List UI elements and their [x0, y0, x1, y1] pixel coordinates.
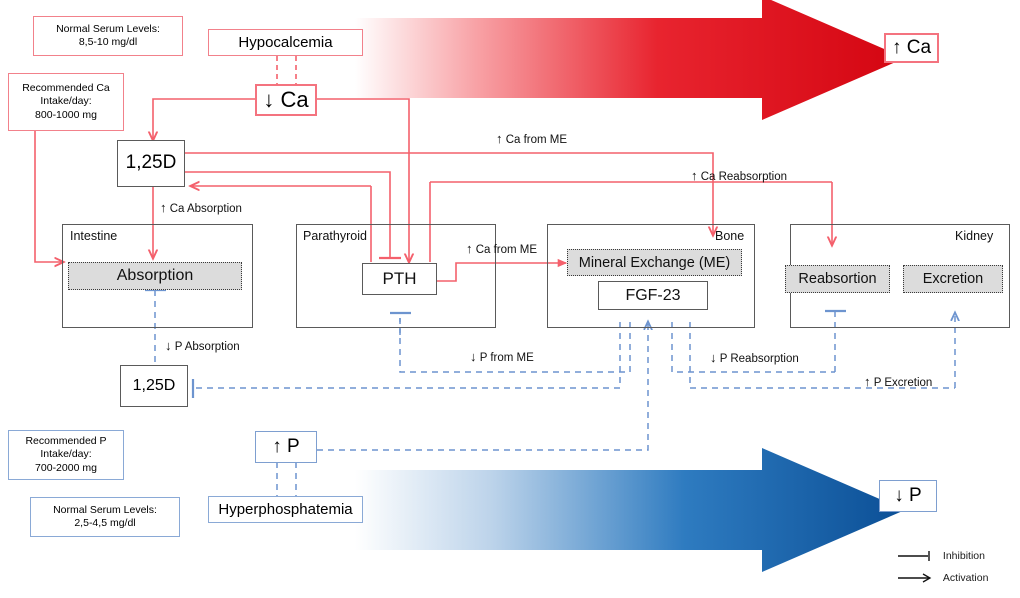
p-absorption-label: P Absorption	[174, 341, 240, 353]
increased-calcium-result-box: ↑ Ca	[884, 33, 939, 63]
p-normal-serum-box: Normal Serum Levels: 2,5-4,5 mg/dl	[30, 497, 180, 537]
fgf23-box: FGF-23	[598, 281, 708, 310]
calcitriol-upper-label: 1,25D	[125, 152, 177, 174]
p-serum-line1: Normal Serum Levels:	[53, 503, 157, 516]
ca-normal-serum-box: Normal Serum Levels: 8,5-10 mg/dl	[33, 16, 183, 56]
intestine-absorption-label: Absorption	[116, 267, 194, 284]
p-intake-line1: Recommended P	[25, 435, 107, 448]
kidney-label: Kidney	[955, 229, 994, 243]
up-arrow-icon: ↑	[864, 374, 871, 389]
ca-from-me-pth-annotation: ↑ Ca from ME	[466, 241, 537, 256]
kidney-reabsorption-box: Reabsortion	[785, 265, 890, 293]
up-arrow-icon: ↑	[496, 131, 503, 146]
up-arrow-icon: ↑	[466, 241, 473, 256]
p-recommended-intake-box: Recommended P Intake/day: 700-2000 mg	[8, 430, 124, 480]
calcitriol-box-lower: 1,25D	[120, 365, 188, 407]
up-arrow-icon: ↑	[691, 168, 698, 183]
hypocalcemia-box: Hypocalcemia	[208, 29, 363, 56]
decreased-phosphate-result-label: ↓ P	[894, 484, 922, 506]
ca-serum-line2: 8,5-10 mg/dl	[78, 36, 138, 48]
p-reabsorption-label: P Reabsorption	[719, 353, 799, 365]
up-arrow-icon: ↑	[160, 200, 167, 215]
hypocalcemia-label: Hypocalcemia	[238, 33, 333, 51]
kidney-excretion-label: Excretion	[922, 271, 984, 287]
decreased-calcium-box: ↓ Ca	[255, 84, 317, 116]
activation-icon	[898, 573, 932, 583]
ca-absorption-label: Ca Absorption	[169, 203, 242, 215]
p-intake-line2: Intake/day:	[40, 448, 92, 461]
calcium-increase-arrow	[355, 0, 905, 120]
bone-label: Bone	[715, 229, 745, 243]
parathyroid-label: Parathyroid	[303, 229, 367, 243]
phosphate-decrease-arrow	[355, 448, 905, 572]
hyperphosphatemia-box: Hyperphosphatemia	[208, 496, 363, 523]
increased-phosphate-label: ↑ P	[272, 435, 300, 457]
pth-label: PTH	[382, 269, 417, 288]
legend-inhibition-label: Inhibition	[942, 550, 985, 563]
p-absorption-annotation: ↓ P Absorption	[165, 338, 240, 353]
ca-intake-line1: Recommended Ca	[22, 82, 110, 95]
increased-phosphate-box: ↑ P	[255, 431, 317, 463]
p-intake-line3: 700-2000 mg	[35, 461, 97, 474]
hyperphosphatemia-label: Hyperphosphatemia	[218, 500, 353, 518]
diagram-canvas: Normal Serum Levels: 8,5-10 mg/dl Recomm…	[0, 0, 1020, 598]
calcitriol-box-upper: 1,25D	[117, 140, 185, 187]
down-arrow-icon: ↓	[710, 350, 717, 365]
down-arrow-icon: ↓	[165, 338, 172, 353]
intestine-absorption-box: Absorption	[68, 262, 242, 290]
ca-from-me-pth-label: Ca from ME	[475, 244, 538, 256]
legend-inhibition-row: Inhibition	[896, 550, 985, 562]
calcitriol-lower-label: 1,25D	[132, 376, 176, 394]
kidney-reabsorption-label: Reabsortion	[798, 271, 877, 287]
legend-activation-label: Activation	[942, 572, 989, 585]
ca-intake-line3: 800-1000 mg	[35, 108, 97, 121]
mineral-exchange-box: Mineral Exchange (ME)	[567, 249, 742, 276]
p-excretion-label: P Excretion	[873, 377, 933, 389]
ca-reabsorption-label: Ca Reabsorption	[700, 171, 788, 183]
p-from-me-annotation: ↓ P from ME	[470, 349, 534, 364]
ca-intake-line2: Intake/day:	[40, 95, 92, 108]
p-serum-line2: 2,5-4,5 mg/dl	[74, 517, 136, 529]
decreased-phosphate-result-box: ↓ P	[879, 480, 937, 512]
pth-box: PTH	[362, 263, 437, 295]
p-from-me-label: P from ME	[479, 352, 534, 364]
intestine-label: Intestine	[70, 229, 118, 243]
decreased-calcium-label: ↓ Ca	[263, 87, 309, 113]
fgf23-label: FGF-23	[625, 286, 681, 304]
ca-recommended-intake-box: Recommended Ca Intake/day: 800-1000 mg	[8, 73, 124, 131]
ca-serum-line1: Normal Serum Levels:	[56, 22, 160, 35]
ca-from-me-top-label: Ca from ME	[505, 134, 568, 146]
p-excretion-annotation: ↑ P Excretion	[864, 374, 932, 389]
p-reabsorption-annotation: ↓ P Reabsorption	[710, 350, 799, 365]
ca-absorption-annotation: ↑ Ca Absorption	[160, 200, 242, 215]
ca-from-me-top-annotation: ↑ Ca from ME	[496, 131, 567, 146]
ca-reabsorption-annotation: ↑ Ca Reabsorption	[691, 168, 787, 183]
down-arrow-icon: ↓	[470, 349, 477, 364]
kidney-excretion-box: Excretion	[903, 265, 1003, 293]
mineral-exchange-label: Mineral Exchange (ME)	[578, 254, 731, 271]
legend-activation-row: Activation	[896, 572, 988, 584]
increased-calcium-result-label: ↑ Ca	[891, 36, 932, 58]
inhibition-icon	[898, 551, 930, 562]
